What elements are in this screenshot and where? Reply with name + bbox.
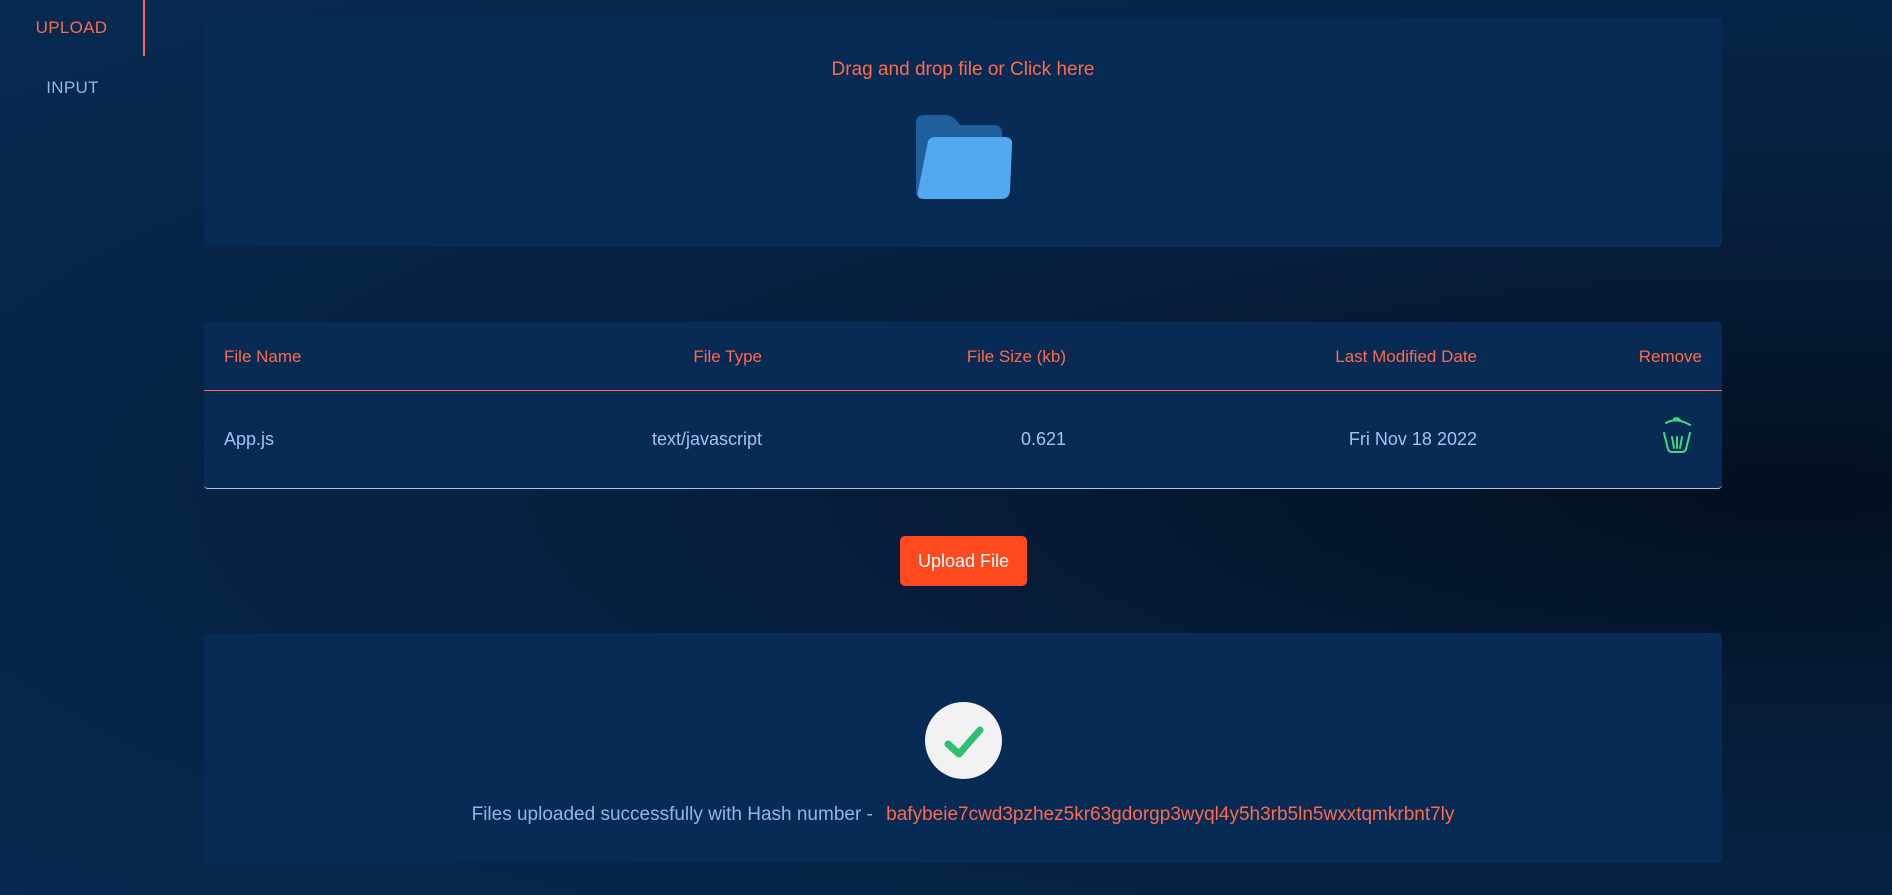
success-message: Files uploaded successfully with Hash nu… (471, 804, 873, 825)
header-file-size: File Size (kb) (966, 347, 1066, 366)
table-header: File Name File Type File Size (kb) Last … (204, 322, 1722, 391)
hash-value: bafybeie7cwd3pzhez5kr63gdorgp3wyql4y5h3r… (886, 804, 1455, 825)
header-file-type: File Type (693, 347, 762, 366)
upload-success-panel: Files uploaded successfully with Hash nu… (204, 633, 1722, 863)
row-last-modified: Fri Nov 18 2022 (1348, 429, 1477, 449)
folder-icon (916, 115, 1012, 199)
row-file-name: App.js (224, 429, 275, 449)
row-file-size: 0.621 (1020, 429, 1066, 449)
success-message-line: Files uploaded successfully with Hash nu… (204, 804, 1722, 826)
upload-file-button[interactable]: Upload File (900, 536, 1027, 586)
dropzone-text: Drag and drop file or Click here (831, 59, 1095, 80)
file-table: File Name File Type File Size (kb) Last … (204, 322, 1722, 489)
sidebar-tab-input-label: INPUT (46, 78, 99, 97)
file-dropzone[interactable]: Drag and drop file or Click here (204, 17, 1722, 247)
row-file-type: text/javascript (651, 429, 762, 449)
header-last-modified: Last Modified Date (1335, 347, 1477, 366)
header-file-name: File Name (224, 347, 302, 366)
sidebar-tab-input[interactable]: INPUT (0, 60, 145, 116)
success-badge (925, 702, 1002, 779)
trash-icon[interactable] (1660, 415, 1694, 455)
header-remove: Remove (1638, 347, 1702, 366)
sidebar-tab-upload[interactable]: UPLOAD (0, 0, 145, 56)
sidebar-tab-upload-label: UPLOAD (35, 18, 108, 37)
check-icon (944, 726, 984, 758)
